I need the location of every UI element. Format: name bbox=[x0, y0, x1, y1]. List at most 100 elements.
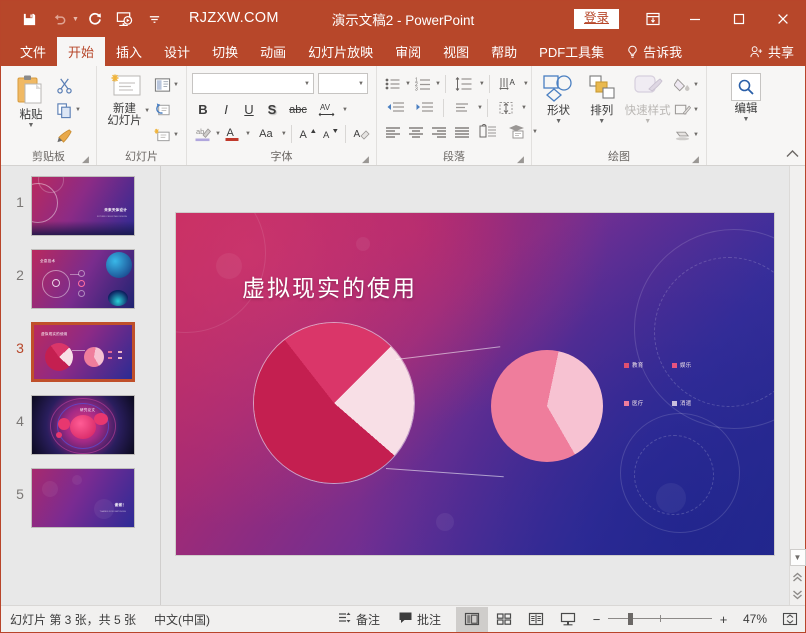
fit-to-window-button[interactable] bbox=[775, 612, 805, 627]
font-size-caret[interactable]: ▼ bbox=[358, 81, 364, 87]
thumbnail-slide-2[interactable]: 2 全息技术 bbox=[1, 249, 160, 322]
slide-edit-pane[interactable]: 虚拟现实的使用 教育 娱乐 医疗 消遣 bbox=[161, 166, 789, 605]
next-slide-button[interactable] bbox=[790, 586, 806, 603]
font-dialog-launcher[interactable]: ◢ bbox=[362, 154, 372, 164]
convert-smartart-caret[interactable]: ▼ bbox=[521, 105, 527, 111]
change-case-button[interactable]: Aa bbox=[252, 123, 280, 144]
tab-pdf-tools[interactable]: PDF工具集 bbox=[528, 37, 615, 66]
thumbnail-frame-1[interactable]: 未来天体设计 FUTURE CELESTIAL DESIGN bbox=[31, 176, 135, 236]
thumbnail-frame-4[interactable]: 研究论文 bbox=[31, 395, 135, 455]
tab-insert[interactable]: 插入 bbox=[105, 37, 153, 66]
line-spacing-button[interactable] bbox=[450, 73, 478, 94]
ribbon-display-options-icon[interactable] bbox=[633, 1, 673, 37]
normal-view-button[interactable] bbox=[456, 606, 488, 632]
strikethrough-button[interactable]: abc bbox=[284, 99, 312, 120]
quick-styles-button[interactable]: 快速样式 ▼ bbox=[623, 71, 672, 125]
pie-chart-secondary[interactable] bbox=[491, 350, 603, 462]
decrease-indent-button[interactable] bbox=[382, 97, 410, 118]
text-highlight-button[interactable]: ab bbox=[192, 123, 214, 144]
arrange-button[interactable]: 排列 ▼ bbox=[580, 71, 623, 125]
thumbnail-slide-5[interactable]: 5 谢谢！ THANKS FOR WATCHING bbox=[1, 468, 160, 541]
tab-slideshow[interactable]: 幻灯片放映 bbox=[297, 37, 384, 66]
layout-dropdown-caret[interactable]: ▼ bbox=[173, 82, 179, 88]
undo-icon[interactable] bbox=[45, 5, 73, 33]
align-text-button[interactable] bbox=[448, 97, 476, 118]
paste-button[interactable]: 粘贴 ▼ bbox=[8, 71, 54, 129]
align-text-caret[interactable]: ▼ bbox=[477, 105, 483, 111]
text-direction-caret[interactable]: ▼ bbox=[523, 81, 529, 87]
shape-effects-button[interactable]: ▼ bbox=[672, 124, 701, 146]
numbering-button[interactable]: 123 bbox=[412, 73, 434, 94]
tab-transitions[interactable]: 切换 bbox=[201, 37, 249, 66]
justify-button[interactable] bbox=[451, 121, 473, 142]
copy-dropdown-caret[interactable]: ▼ bbox=[75, 107, 81, 113]
bullets-button[interactable] bbox=[382, 73, 404, 94]
paragraph-dialog-launcher[interactable]: ◢ bbox=[517, 154, 527, 164]
thumbnail-slide-1[interactable]: 1 未来天体设计 FUTURE CELESTIAL DESIGN bbox=[1, 176, 160, 249]
shapes-dropdown-caret[interactable]: ▼ bbox=[555, 118, 562, 125]
tab-share[interactable]: 共享 bbox=[738, 37, 805, 66]
tab-animations[interactable]: 动画 bbox=[249, 37, 297, 66]
thumbnail-frame-5[interactable]: 谢谢！ THANKS FOR WATCHING bbox=[31, 468, 135, 528]
increase-font-size-button[interactable]: A bbox=[296, 123, 318, 144]
slide-thumbnail-pane[interactable]: 1 未来天体设计 FUTURE CELESTIAL DESIGN 2 全息技术 bbox=[1, 166, 161, 605]
format-painter-button[interactable] bbox=[54, 124, 83, 146]
notes-button[interactable]: 备注 bbox=[328, 611, 389, 628]
vertical-scrollbar[interactable]: ▼ bbox=[789, 166, 806, 605]
align-left-button[interactable] bbox=[382, 121, 404, 142]
font-size-combo[interactable]: ▼ bbox=[318, 73, 368, 94]
edit-dropdown-caret[interactable]: ▼ bbox=[743, 116, 750, 123]
slide-canvas[interactable]: 虚拟现实的使用 教育 娱乐 医疗 消遣 bbox=[175, 212, 775, 556]
bullets-caret[interactable]: ▼ bbox=[405, 81, 411, 87]
zoom-slider-thumb[interactable] bbox=[628, 613, 633, 625]
shape-effects-caret[interactable]: ▼ bbox=[693, 132, 699, 138]
shapes-button[interactable]: 形状 ▼ bbox=[537, 71, 580, 125]
reset-button[interactable] bbox=[152, 99, 181, 121]
text-direction-button[interactable]: A bbox=[494, 73, 522, 94]
font-name-combo[interactable]: ▼ bbox=[192, 73, 314, 94]
paste-dropdown-caret[interactable]: ▼ bbox=[28, 122, 35, 129]
thumbnail-frame-3[interactable]: 虚拟现实的使用 bbox=[31, 322, 135, 382]
cut-button[interactable] bbox=[54, 74, 83, 96]
copy-button[interactable]: ▼ bbox=[54, 99, 83, 121]
minimize-button[interactable] bbox=[673, 1, 717, 37]
drawing-dialog-launcher[interactable]: ◢ bbox=[692, 154, 702, 164]
thumbnail-frame-2[interactable]: 全息技术 bbox=[31, 249, 135, 309]
decrease-font-size-button[interactable]: A bbox=[319, 123, 341, 144]
new-slide-dropdown-caret[interactable]: ▼ bbox=[144, 108, 150, 114]
edit-button[interactable]: 编辑 ▼ bbox=[718, 71, 774, 123]
maximize-button[interactable] bbox=[717, 1, 761, 37]
zoom-slider[interactable] bbox=[608, 613, 712, 625]
reading-view-button[interactable] bbox=[520, 607, 552, 632]
quick-styles-dropdown-caret[interactable]: ▼ bbox=[644, 118, 651, 125]
character-spacing-caret[interactable]: ▼ bbox=[342, 107, 348, 113]
layout-button[interactable]: ▼ bbox=[152, 74, 181, 96]
change-case-caret[interactable]: ▼ bbox=[281, 131, 287, 137]
save-icon[interactable] bbox=[15, 5, 43, 33]
font-color-button[interactable]: A bbox=[222, 123, 244, 144]
shape-fill-caret[interactable]: ▼ bbox=[693, 82, 699, 88]
collapse-ribbon-icon[interactable] bbox=[786, 149, 799, 161]
scroll-down-button[interactable]: ▼ bbox=[789, 549, 806, 566]
bold-button[interactable]: B bbox=[192, 99, 214, 120]
convert-smartart-button[interactable] bbox=[492, 97, 520, 118]
section-button[interactable]: ▼ bbox=[152, 124, 181, 146]
previous-slide-button[interactable] bbox=[790, 569, 806, 586]
zoom-control[interactable]: − + 47% bbox=[584, 612, 775, 627]
slideshow-button[interactable] bbox=[552, 607, 584, 632]
italic-button[interactable]: I bbox=[215, 99, 237, 120]
section-dropdown-caret[interactable]: ▼ bbox=[173, 132, 179, 138]
text-shadow-button[interactable]: S bbox=[261, 99, 283, 120]
shape-outline-caret[interactable]: ▼ bbox=[693, 107, 699, 113]
font-color-caret[interactable]: ▼ bbox=[245, 131, 251, 137]
character-spacing-button[interactable]: AV bbox=[313, 99, 341, 120]
start-slideshow-icon[interactable] bbox=[111, 5, 139, 33]
sign-in-button[interactable]: 登录 bbox=[573, 9, 619, 29]
pie-chart-main[interactable] bbox=[254, 323, 414, 483]
redo-icon[interactable] bbox=[81, 5, 109, 33]
arrange-dropdown-caret[interactable]: ▼ bbox=[598, 118, 605, 125]
align-right-button[interactable] bbox=[428, 121, 450, 142]
tab-review[interactable]: 审阅 bbox=[384, 37, 432, 66]
line-spacing-caret[interactable]: ▼ bbox=[479, 81, 485, 87]
convert-to-smartart-button[interactable] bbox=[503, 121, 531, 142]
